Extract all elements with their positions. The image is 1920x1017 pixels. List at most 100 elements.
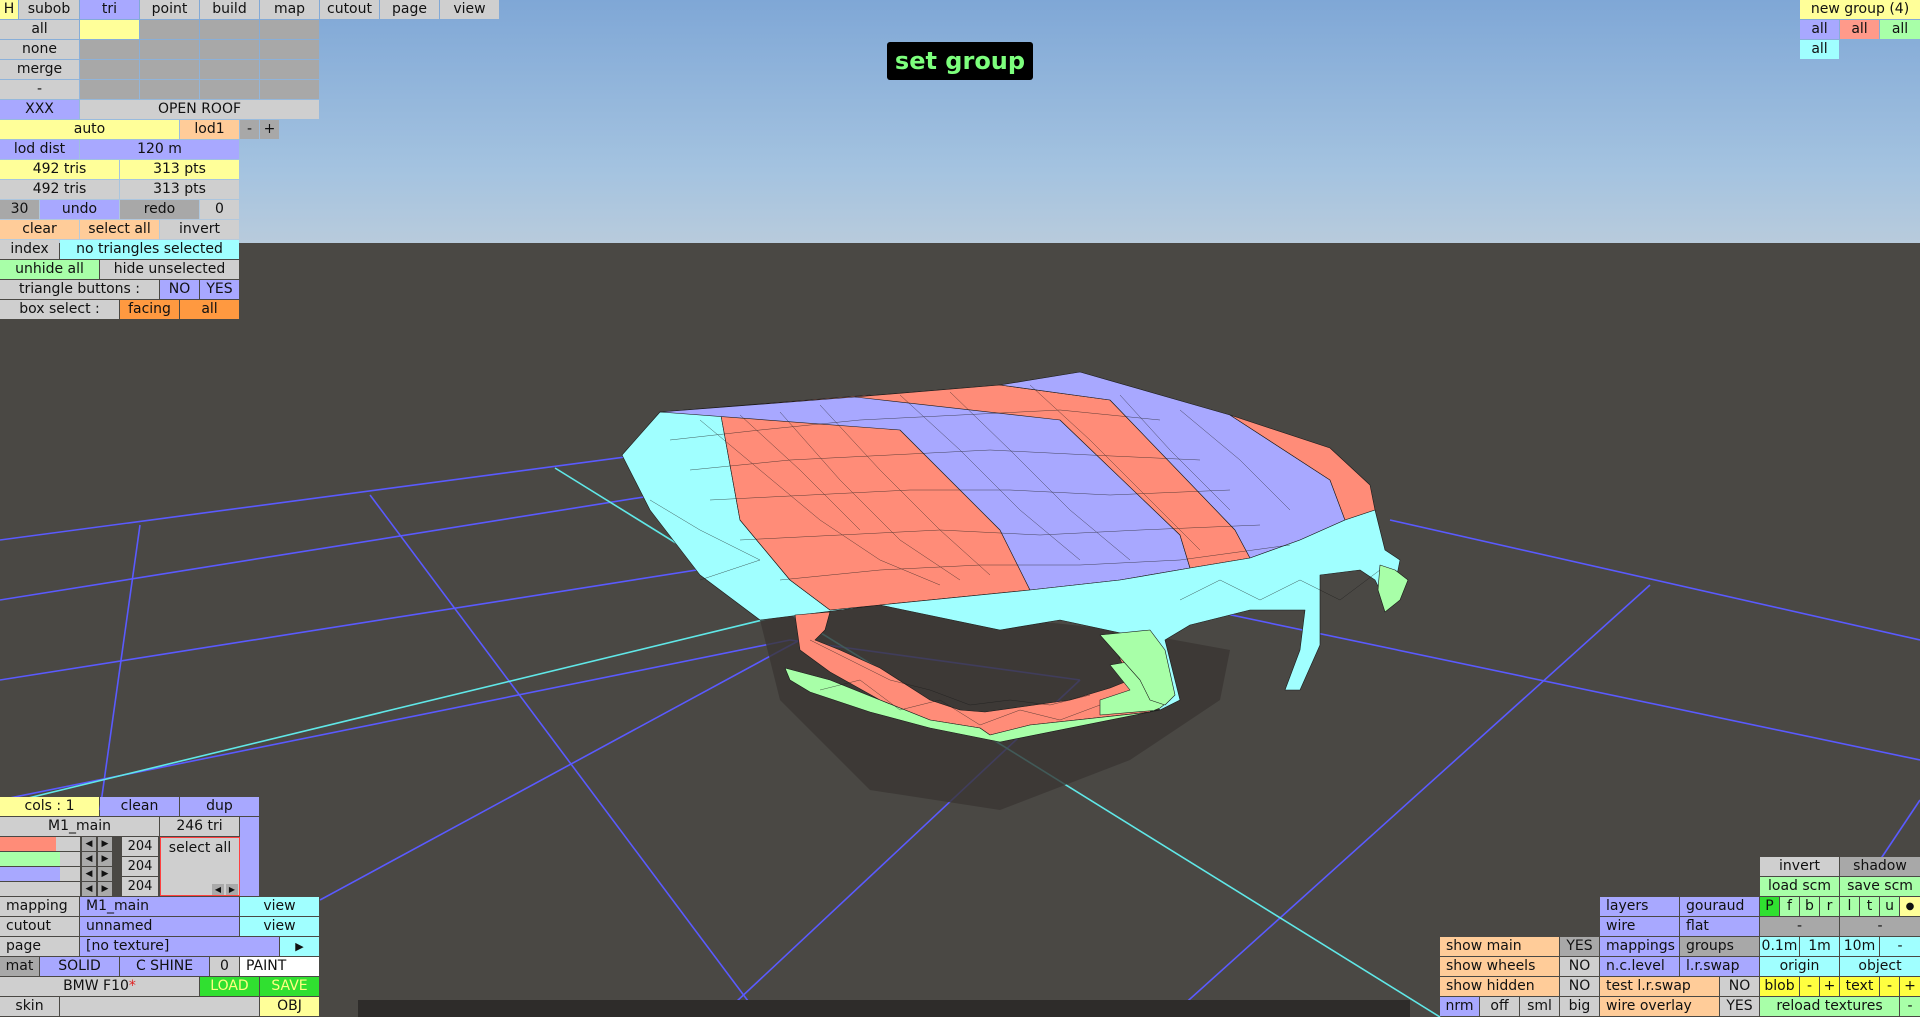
new-group-button[interactable]: new group (4)	[1800, 0, 1920, 19]
index-button[interactable]: index	[0, 240, 59, 259]
lod-plus-button[interactable]: +	[260, 120, 279, 139]
hide-unselected-button[interactable]: hide unselected	[100, 260, 239, 279]
cutout-value[interactable]: unnamed	[80, 917, 239, 936]
blob-button[interactable]: blob	[1760, 977, 1799, 996]
triangle-buttons-yes[interactable]: YES	[200, 280, 239, 299]
arrow-left-icon[interactable]: ◀	[212, 884, 224, 895]
show-hidden-toggle[interactable]: NO	[1560, 977, 1599, 996]
tab-h[interactable]: H	[0, 0, 18, 19]
group-slot[interactable]	[140, 40, 199, 59]
tab-point[interactable]: point	[140, 0, 199, 19]
group-slot[interactable]	[200, 40, 259, 59]
cutout-view-button[interactable]: view	[240, 917, 319, 936]
group-filter-all-green[interactable]: all	[1880, 20, 1920, 39]
blue-slot[interactable]	[0, 867, 80, 881]
invert-selection-button[interactable]: invert	[160, 220, 239, 239]
group-slot[interactable]	[80, 40, 139, 59]
select-all-groups-button[interactable]: all	[0, 20, 79, 39]
reload-minus-button[interactable]: -	[1900, 997, 1920, 1016]
mapping-view-button[interactable]: view	[240, 897, 319, 916]
save-scm-button[interactable]: save scm	[1840, 877, 1920, 896]
group-slot[interactable]	[260, 40, 319, 59]
solid-button[interactable]: SOLID	[40, 957, 119, 976]
triangle-buttons-no[interactable]: NO	[160, 280, 199, 299]
step-01m-button[interactable]: 0.1m	[1760, 937, 1799, 956]
box-select-all[interactable]: all	[180, 300, 239, 319]
xxx-button[interactable]: XXX	[0, 100, 79, 119]
reload-textures-button[interactable]: reload textures	[1760, 997, 1899, 1016]
lr-swap-button[interactable]: l.r.swap	[1680, 957, 1759, 976]
select-all-tris-button[interactable]: select all	[80, 220, 159, 239]
origin-button[interactable]: origin	[1760, 957, 1839, 976]
tab-tri[interactable]: tri	[80, 0, 139, 19]
clean-button[interactable]: clean	[100, 797, 179, 816]
blob-minus-button[interactable]: -	[1800, 977, 1819, 996]
material-scrollbar[interactable]	[240, 817, 259, 896]
tab-page[interactable]: page	[380, 0, 439, 19]
arrow-left-icon[interactable]: ◀	[82, 837, 96, 851]
undo-button[interactable]: undo	[40, 200, 119, 219]
step-minus-button[interactable]: -	[1880, 937, 1920, 956]
view-t-button[interactable]: t	[1860, 897, 1879, 916]
merge-button[interactable]: merge	[0, 60, 79, 79]
empty-slot[interactable]	[0, 882, 80, 896]
tab-subob[interactable]: subob	[19, 0, 79, 19]
group-slot[interactable]	[200, 20, 259, 39]
lod1-button[interactable]: lod1	[180, 120, 239, 139]
tab-map[interactable]: map	[260, 0, 319, 19]
mappings-button[interactable]: mappings	[1600, 937, 1679, 956]
wire-overlay-button[interactable]: wire overlay	[1600, 997, 1719, 1016]
text-plus-button[interactable]: +	[1900, 977, 1920, 996]
lod-minus-button[interactable]: -	[240, 120, 259, 139]
test-lr-swap-toggle[interactable]: NO	[1720, 977, 1759, 996]
off-button[interactable]: off	[1480, 997, 1519, 1016]
normal-size-button[interactable]: nrm	[1440, 997, 1479, 1016]
open-roof-button[interactable]: OPEN ROOF	[80, 100, 319, 119]
object-button[interactable]: object	[1840, 957, 1920, 976]
view-r-button[interactable]: r	[1820, 897, 1839, 916]
arrow-right-icon[interactable]: ▶	[98, 852, 112, 866]
obj-button[interactable]: OBJ	[260, 997, 319, 1016]
group-slot[interactable]	[200, 80, 259, 99]
clear-button[interactable]: clear	[0, 220, 79, 239]
text-button[interactable]: text	[1840, 977, 1879, 996]
wire-button[interactable]: wire	[1600, 917, 1679, 936]
show-main-toggle[interactable]: YES	[1560, 937, 1599, 956]
lod-dist-value[interactable]: 120 m	[80, 140, 239, 159]
dash-button[interactable]: -	[1840, 917, 1920, 936]
group-slot[interactable]	[260, 80, 319, 99]
small-button[interactable]: sml	[1520, 997, 1559, 1016]
view-b-button[interactable]: b	[1800, 897, 1819, 916]
arrow-left-icon[interactable]: ◀	[82, 882, 96, 896]
invert-button[interactable]: invert	[1760, 857, 1839, 876]
group-slot[interactable]	[140, 80, 199, 99]
timeline-bar[interactable]	[358, 1000, 1410, 1017]
load-scm-button[interactable]: load scm	[1760, 877, 1839, 896]
group-filter-all-cyan[interactable]: all	[1800, 40, 1839, 59]
step-1m-button[interactable]: 1m	[1800, 937, 1839, 956]
green-slot[interactable]	[0, 852, 80, 866]
text-minus-button[interactable]: -	[1880, 977, 1899, 996]
dash-button[interactable]: -	[0, 80, 79, 99]
arrow-right-icon[interactable]: ▶	[98, 837, 112, 851]
group-slot[interactable]	[80, 20, 139, 39]
show-wheels-toggle[interactable]: NO	[1560, 957, 1599, 976]
view-l-button[interactable]: l	[1840, 897, 1859, 916]
paint-button[interactable]: PAINT	[240, 957, 319, 976]
tab-view[interactable]: view	[440, 0, 499, 19]
arrow-right-icon[interactable]: ▶	[226, 884, 238, 895]
view-u-button[interactable]: u	[1880, 897, 1899, 916]
mapping-value[interactable]: M1_main	[80, 897, 239, 916]
lod-auto-button[interactable]: auto	[0, 120, 179, 139]
flat-button[interactable]: flat	[1680, 917, 1759, 936]
group-slot[interactable]	[140, 60, 199, 79]
arrow-left-icon[interactable]: ◀	[82, 867, 96, 881]
arrow-left-icon[interactable]: ◀	[82, 852, 96, 866]
group-slot[interactable]	[80, 60, 139, 79]
redo-button[interactable]: redo	[120, 200, 199, 219]
dup-button[interactable]: dup	[180, 797, 259, 816]
wire-overlay-toggle[interactable]: YES	[1720, 997, 1759, 1016]
3d-viewport[interactable]	[0, 0, 1920, 1017]
tab-cutout[interactable]: cutout	[320, 0, 379, 19]
dot-icon[interactable]: ●	[1900, 897, 1920, 916]
